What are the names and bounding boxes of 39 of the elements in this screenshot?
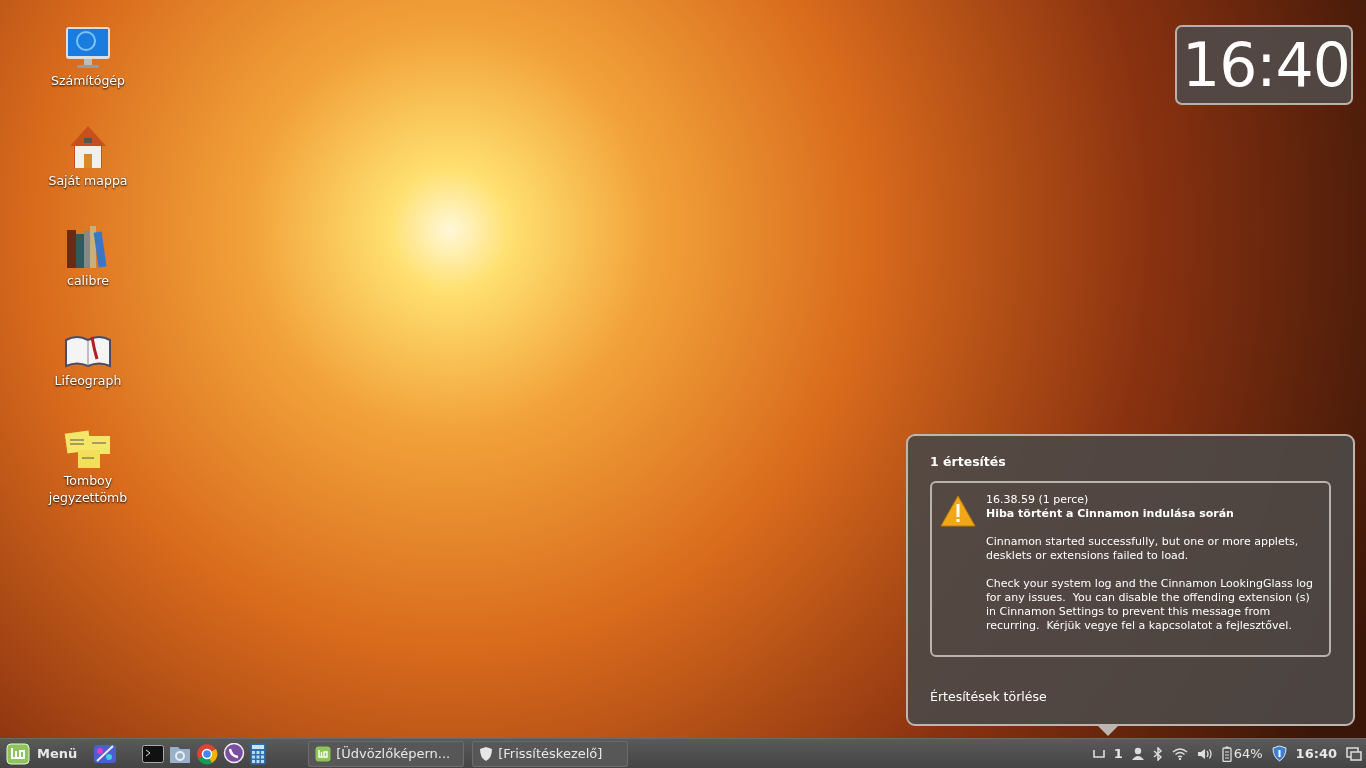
browser-icon[interactable] bbox=[196, 742, 219, 765]
window-list-button[interactable]: [Üdvözlőképern... bbox=[308, 740, 465, 767]
notification-card[interactable] bbox=[930, 481, 1331, 657]
battery-percent[interactable]: 64% bbox=[1233, 746, 1263, 761]
sticky-notes-icon bbox=[64, 428, 112, 470]
desktop-icon-label[interactable]: Saját mappa bbox=[48, 172, 128, 189]
desktop-icon-label[interactable]: Tomboy jegyzettömb bbox=[40, 472, 136, 506]
menu-button[interactable]: Menü bbox=[0, 739, 84, 768]
panel-clock[interactable]: 16:40 bbox=[1295, 746, 1337, 761]
calculator-icon[interactable] bbox=[250, 742, 267, 765]
desktop-icon-label[interactable]: Számítógép bbox=[51, 72, 125, 89]
open-book-icon bbox=[64, 334, 112, 370]
notification-count: 1 értesítés bbox=[930, 454, 1007, 469]
paint-palette-icon[interactable] bbox=[93, 742, 118, 765]
battery-icon[interactable] bbox=[1221, 745, 1232, 762]
notification-message: Check your system log and the Cinnamon LookingGlass log for any issues. You can disable the offending extension (s) in Cinnamon Settings to prevent this message from recurring. Kérjük vegye fel a kapcsolatot a fejlesztővel. bbox=[986, 577, 1314, 633]
desktop-icon-label[interactable]: Lifeograph bbox=[54, 372, 122, 389]
phone-bubble-icon[interactable] bbox=[223, 742, 246, 765]
notification-title: Hiba történt a Cinnamon indulása során bbox=[986, 507, 1235, 521]
mint-logo-icon bbox=[315, 745, 332, 762]
user-icon[interactable] bbox=[1131, 747, 1144, 760]
mint-logo-icon bbox=[6, 742, 30, 765]
window-list-button[interactable]: [Frissítéskezelő] bbox=[472, 740, 629, 767]
monitor-icon bbox=[64, 26, 112, 70]
notification-message: Cinnamon started successfully, but one or more applets, desklets or extensions failed to load. bbox=[986, 535, 1300, 563]
shield-icon bbox=[479, 745, 494, 762]
notification-time: 16.38.59 (1 perce) bbox=[986, 493, 1090, 507]
workspace-icon[interactable] bbox=[1092, 749, 1105, 758]
show-desktop-icon[interactable] bbox=[1346, 746, 1362, 761]
workspace-number[interactable]: 1 bbox=[1113, 746, 1123, 761]
shield-icon[interactable] bbox=[1271, 745, 1287, 762]
terminal-icon[interactable] bbox=[142, 744, 165, 763]
warning-icon bbox=[940, 495, 976, 527]
volume-icon[interactable] bbox=[1196, 747, 1213, 760]
house-icon bbox=[68, 124, 108, 170]
bluetooth-icon[interactable] bbox=[1152, 746, 1163, 761]
wifi-icon[interactable] bbox=[1171, 747, 1188, 760]
clear-notifications-button[interactable]: Értesítések törlése bbox=[930, 689, 1047, 704]
desklet-clock-time: 16:40 bbox=[1175, 25, 1353, 105]
